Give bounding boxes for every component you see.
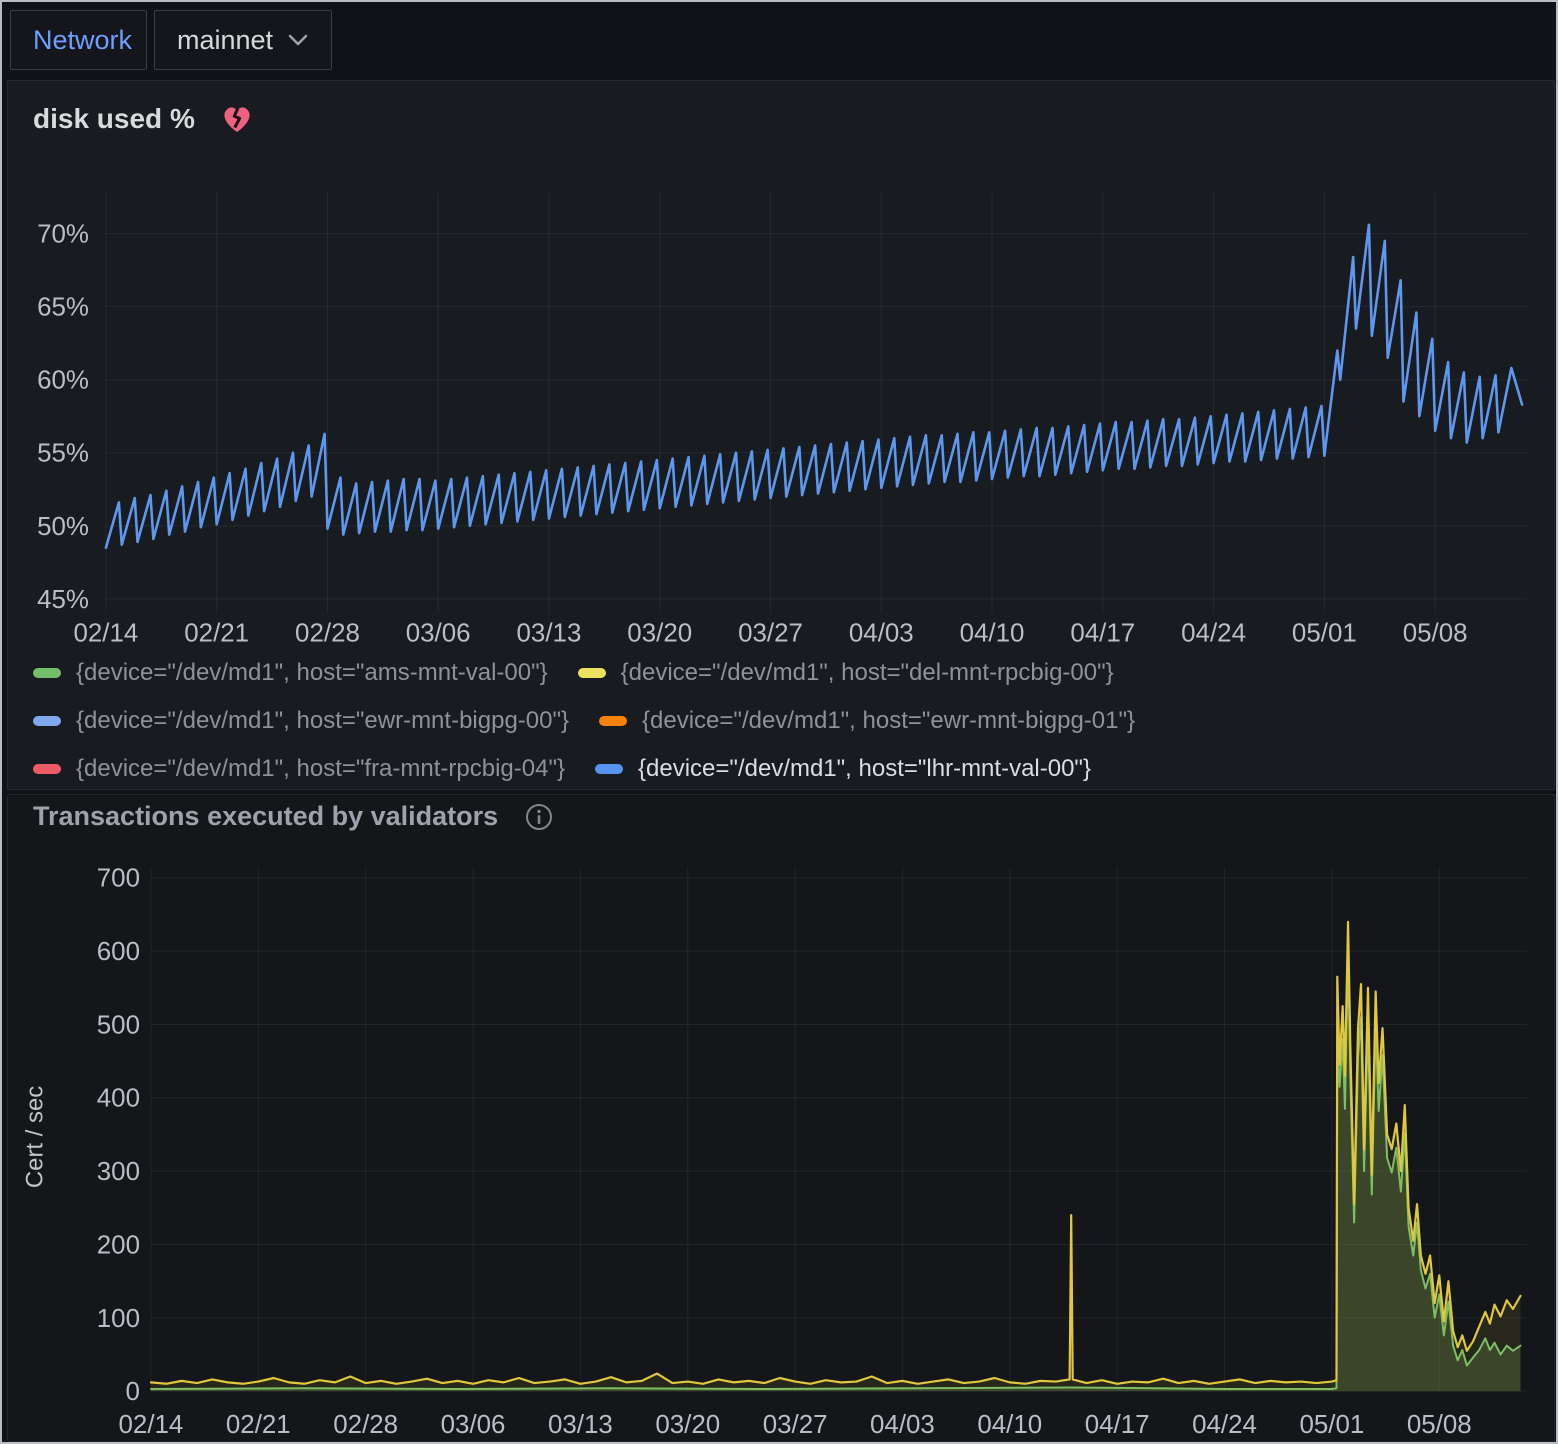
network-value-text: mainnet — [177, 25, 273, 56]
dashboard-page: Network mainnet disk used % 45%50%55%60%… — [0, 0, 1558, 1444]
legend-color-dash — [33, 668, 61, 678]
legend-color-dash — [599, 716, 627, 726]
y-tick-label: 500 — [97, 1011, 140, 1039]
series-line-series-yellow — [151, 922, 1521, 1384]
x-tick-label: 04/10 — [960, 619, 1025, 647]
x-tick-label: 05/08 — [1407, 1411, 1472, 1439]
x-tick-label: 02/14 — [119, 1411, 184, 1439]
legend-item[interactable]: {device="/dev/md1", host="fra-mnt-rpcbig… — [33, 755, 565, 783]
y-tick-label: 600 — [97, 938, 140, 966]
series-line-series-green — [151, 951, 1521, 1389]
disk-used-legend: {device="/dev/md1", host="ams-mnt-val-00… — [33, 659, 1538, 783]
transactions-chart[interactable]: 0 100 200 300 400 500 600 700 02/14 02/21 02/28 03/… — [8, 795, 1554, 1441]
legend-item[interactable]: {device="/dev/md1", host="ams-mnt-val-00… — [33, 659, 548, 687]
x-tick-label: 03/20 — [627, 619, 692, 647]
y-tick-label: 70% — [37, 221, 89, 249]
series-line-disk-used-blue — [106, 225, 1522, 548]
legend-label: {device="/dev/md1", host="fra-mnt-rpcbig… — [76, 755, 565, 783]
x-tick-label: 04/24 — [1181, 619, 1246, 647]
x-tick-label: 04/17 — [1070, 619, 1135, 647]
panel-disk-used: disk used % 45%50%55%60%65%70%02/1402/21… — [7, 80, 1555, 790]
x-tick-label: 03/13 — [517, 619, 582, 647]
legend-label: {device="/dev/md1", host="ewr-mnt-bigpg-… — [76, 707, 569, 735]
legend-label: {device="/dev/md1", host="ewr-mnt-bigpg-… — [642, 707, 1135, 735]
y-tick-label: 50% — [37, 513, 89, 541]
y-tick-label: 200 — [97, 1231, 140, 1259]
x-tick-label: 03/27 — [738, 619, 803, 647]
legend-color-dash — [595, 764, 623, 774]
y-tick-label: 100 — [97, 1305, 140, 1333]
legend-label: {device="/dev/md1", host="del-mnt-rpcbig… — [621, 659, 1114, 687]
legend-color-dash — [33, 716, 61, 726]
network-label-text: Network — [33, 25, 132, 56]
x-tick-label: 04/10 — [977, 1411, 1042, 1439]
x-tick-label: 02/28 — [295, 619, 360, 647]
chevron-down-icon — [287, 33, 309, 47]
y-tick-label: 300 — [97, 1158, 140, 1186]
x-tick-label: 02/14 — [73, 619, 138, 647]
y-tick-label: 65% — [37, 294, 89, 322]
x-tick-label: 03/06 — [441, 1411, 506, 1439]
legend-item[interactable]: {device="/dev/md1", host="ewr-mnt-bigpg-… — [599, 707, 1135, 735]
x-tick-label: 05/01 — [1292, 619, 1357, 647]
x-tick-label: 02/21 — [226, 1411, 291, 1439]
x-tick-label: 03/06 — [406, 619, 471, 647]
x-tick-label: 05/01 — [1299, 1411, 1364, 1439]
x-tick-label: 05/08 — [1403, 619, 1468, 647]
legend-item[interactable]: {device="/dev/md1", host="del-mnt-rpcbig… — [578, 659, 1114, 687]
x-tick-label: 03/20 — [655, 1411, 720, 1439]
legend-label: {device="/dev/md1", host="lhr-mnt-val-00… — [638, 755, 1091, 783]
x-tick-label: 03/13 — [548, 1411, 613, 1439]
legend-item[interactable]: {device="/dev/md1", host="ewr-mnt-bigpg-… — [33, 707, 569, 735]
legend-item[interactable]: {device="/dev/md1", host="lhr-mnt-val-00… — [595, 755, 1091, 783]
y-tick-label: 45% — [37, 586, 89, 614]
dashboard-topbar: Network mainnet — [2, 2, 1556, 78]
x-tick-label: 04/03 — [849, 619, 914, 647]
network-variable-dropdown[interactable]: mainnet — [154, 10, 332, 70]
network-variable-label: Network — [10, 10, 147, 70]
y-tick-label: 0 — [126, 1378, 140, 1406]
panel-transactions: Transactions executed by validators 0100… — [7, 794, 1555, 1442]
x-tick-label: 04/17 — [1085, 1411, 1150, 1439]
x-tick-label: 03/27 — [763, 1411, 828, 1439]
y-tick-label: 400 — [97, 1085, 140, 1113]
x-tick-label: 02/28 — [333, 1411, 398, 1439]
x-tick-label: 02/21 — [184, 619, 249, 647]
series-area-series-yellow — [151, 922, 1521, 1391]
y-tick-label: 700 — [97, 865, 140, 893]
y-axis-title: Cert / sec — [21, 1086, 48, 1188]
x-tick-label: 04/03 — [870, 1411, 935, 1439]
y-tick-label: 60% — [37, 367, 89, 395]
legend-label: {device="/dev/md1", host="ams-mnt-val-00… — [76, 659, 548, 687]
y-tick-label: 55% — [37, 440, 89, 468]
x-tick-label: 04/24 — [1192, 1411, 1257, 1439]
legend-color-dash — [578, 668, 606, 678]
legend-color-dash — [33, 764, 61, 774]
